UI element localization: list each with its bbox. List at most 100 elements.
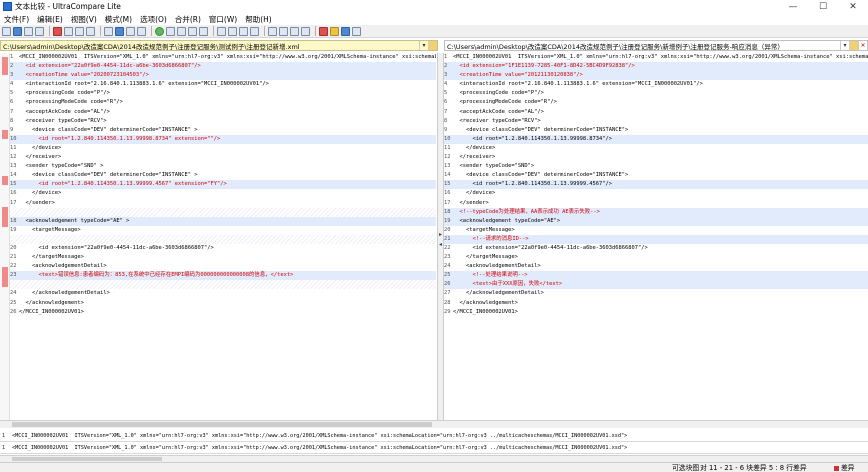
close-button[interactable]: ✕ <box>838 0 868 13</box>
code-line[interactable]: 15 <id root="1.2.840.114350.1.13.99999.4… <box>10 180 436 190</box>
menu-view[interactable]: 视图(V) <box>67 14 101 25</box>
help-icon[interactable] <box>341 26 350 36</box>
swap-icon[interactable] <box>75 26 84 36</box>
code-line[interactable]: 2 <id extension="22a0f9e0-4454-11dc-a6be… <box>10 62 436 72</box>
copy-to-left-icon[interactable]: ◂ <box>439 241 442 248</box>
menu-edit[interactable]: 编辑(E) <box>33 14 67 25</box>
right-path-input[interactable]: C:\Users\admin\Desktop\改造案CDA\2014改造规范例子… <box>445 41 840 51</box>
maximize-button[interactable]: ☐ <box>808 0 838 13</box>
options-icon[interactable] <box>301 26 310 36</box>
menu-window[interactable]: 窗口(W) <box>205 14 241 25</box>
merge-right-icon[interactable] <box>228 26 237 36</box>
code-line[interactable]: 24 </acknowledgementDetail> <box>10 289 436 298</box>
code-line[interactable]: 8 <receiver typeCode="RCV"> <box>444 117 868 126</box>
code-line[interactable]: 16 </device> <box>10 189 436 198</box>
code-line[interactable]: 8 <receiver typeCode="RCV"> <box>10 117 436 126</box>
bookmark-icon[interactable] <box>290 26 299 36</box>
code-line[interactable]: 27 </acknowledgementDetail> <box>444 289 868 298</box>
code-line[interactable]: 29 </MCCI_IN000002UV01> <box>444 308 868 317</box>
undo-icon[interactable] <box>239 26 248 36</box>
code-line[interactable]: 21 <!--请求的消息ID--> <box>444 234 868 244</box>
code-line[interactable]: 1 <MCCI_IN000002UV01 ITSVersion="XML_1.0"… <box>444 53 868 62</box>
code-line[interactable] <box>10 234 436 244</box>
menu-mode[interactable]: 模式(M) <box>101 14 136 25</box>
go-icon[interactable] <box>155 26 164 36</box>
code-line[interactable]: 17 </sender> <box>444 199 868 208</box>
code-line[interactable]: 20 <id extension="22a0f9e0-4454-11dc-a6b… <box>10 244 436 253</box>
left-compare-pane[interactable]: 1 <MCCI_IN000002UV01 ITSVersion="XML_1.0"… <box>10 53 436 420</box>
code-line[interactable]: 19 <targetMessage> <box>10 226 436 235</box>
sun-icon[interactable] <box>330 26 339 36</box>
code-line[interactable]: 2 <id extension="1F1E1139-7285-40F1-8D42… <box>444 62 868 72</box>
right-folder-icon[interactable] <box>849 41 858 50</box>
copy-left-icon[interactable] <box>86 26 95 36</box>
code-line[interactable]: 6 <processingModeCode code="R"/> <box>10 98 436 107</box>
code-line[interactable]: 23 <text>错误信息:患者编码为：853,在系统中已经存在EMPI编码为0… <box>10 271 436 281</box>
code-line[interactable]: 12 </receiver> <box>10 153 436 162</box>
diff-overview-gutter[interactable] <box>0 53 10 420</box>
pane-splitter[interactable]: ▸ ◂ <box>437 53 444 420</box>
code-line[interactable]: 10 <id root="1.2.840.114350.1.13.99998.8… <box>10 134 436 144</box>
code-line[interactable] <box>10 207 436 217</box>
last-diff-icon[interactable] <box>199 26 208 36</box>
first-diff-icon[interactable] <box>166 26 175 36</box>
redo-icon[interactable] <box>250 26 259 36</box>
code-line[interactable]: 22 <id extension="22a0f9e0-4454-11dc-a6b… <box>444 244 868 253</box>
new-compare-icon[interactable] <box>2 26 11 36</box>
menu-help[interactable]: 帮助(H) <box>241 14 276 25</box>
menu-file[interactable]: 文件(F) <box>0 14 33 25</box>
code-line[interactable]: 15 <id root="1.2.840.114350.1.13.99999.4… <box>444 180 868 190</box>
code-line[interactable]: 4 <interactionId root="2.16.840.1.113883… <box>444 80 868 89</box>
about-icon[interactable] <box>352 26 361 36</box>
code-line[interactable]: 4 <interactionId root="2.16.840.1.113883… <box>10 80 436 89</box>
code-line[interactable]: 13 <sender typeCode="SND"> <box>444 162 868 171</box>
code-line[interactable]: 25 </acknowledgement> <box>10 299 436 308</box>
save-all-icon[interactable] <box>35 26 44 36</box>
scrollbar-thumb[interactable] <box>12 422 432 427</box>
stop-icon[interactable] <box>53 26 62 36</box>
code-line[interactable]: 9 <device classCode="DEV" determinerCode… <box>10 126 436 135</box>
left-path-dropdown-icon[interactable]: ▾ <box>419 41 428 50</box>
code-line[interactable] <box>10 280 436 290</box>
code-line[interactable]: 19 <acknowledgement typeCode="AE"> <box>444 216 868 226</box>
open-icon[interactable] <box>13 26 22 36</box>
diff-marker[interactable] <box>2 57 8 75</box>
left-folder-icon[interactable] <box>428 41 437 50</box>
code-line[interactable]: 3 <creationTime value="20121130120838"/> <box>444 71 868 81</box>
code-line[interactable]: 10 <id root="1.2.840.114350.1.13.99998.8… <box>444 134 868 144</box>
horizontal-scrollbar[interactable] <box>0 420 868 428</box>
left-path-input[interactable]: C:\Users\admin\Desktop\改造案CDA\2014改造规范例子… <box>1 41 419 51</box>
code-line[interactable]: 7 <acceptAckCode code="AL"/> <box>444 108 868 117</box>
merge-left-icon[interactable] <box>217 26 226 36</box>
code-line[interactable]: 18 <acknowledgement typeCode="AE" > <box>10 216 436 226</box>
code-line[interactable]: 14 <device classCode="DEV" determinerCod… <box>10 171 436 180</box>
copy-right-icon[interactable] <box>104 26 113 36</box>
code-line[interactable]: 11 </device> <box>444 144 868 153</box>
split-view-icon[interactable] <box>115 26 124 36</box>
code-line[interactable]: 16 </device> <box>444 189 868 198</box>
scrollbar-thumb[interactable] <box>12 457 162 461</box>
right-compare-pane[interactable]: 1 <MCCI_IN000002UV01 ITSVersion="XML_1.0"… <box>444 53 868 420</box>
close-pane-icon[interactable]: × <box>858 41 867 50</box>
code-line[interactable]: 26 </MCCI_IN000002UV01> <box>10 308 436 317</box>
code-line[interactable]: 11 </device> <box>10 144 436 153</box>
code-line[interactable]: 1 <MCCI_IN000002UV01 ITSVersion="XML_1.0"… <box>10 53 436 62</box>
code-line[interactable]: 12 </receiver> <box>444 153 868 162</box>
code-line[interactable]: 6 <processingModeCode code="R"/> <box>444 98 868 107</box>
diff-marker[interactable] <box>2 267 8 287</box>
find-icon[interactable] <box>268 26 277 36</box>
code-line[interactable]: 9 <device classCode="DEV" determinerCode… <box>444 126 868 135</box>
code-line[interactable]: 5 <processingCode code="P"/> <box>444 89 868 98</box>
ignore-icon[interactable] <box>137 26 146 36</box>
code-line[interactable]: 5 <processingCode code="P"/> <box>10 89 436 98</box>
code-line[interactable]: 24 <acknowledgementDetail> <box>444 262 868 271</box>
code-line[interactable]: 28 </acknowledgement> <box>444 299 868 308</box>
code-line[interactable]: 7 <acceptAckCode code="AL"/> <box>10 108 436 117</box>
save-icon[interactable] <box>24 26 33 36</box>
diff-marker[interactable] <box>2 176 8 185</box>
record-icon[interactable] <box>319 26 328 36</box>
code-line[interactable]: 17 </sender> <box>10 199 436 208</box>
minimize-button[interactable]: — <box>778 0 808 13</box>
goto-icon[interactable] <box>279 26 288 36</box>
menu-merge[interactable]: 合并(R) <box>171 14 205 25</box>
